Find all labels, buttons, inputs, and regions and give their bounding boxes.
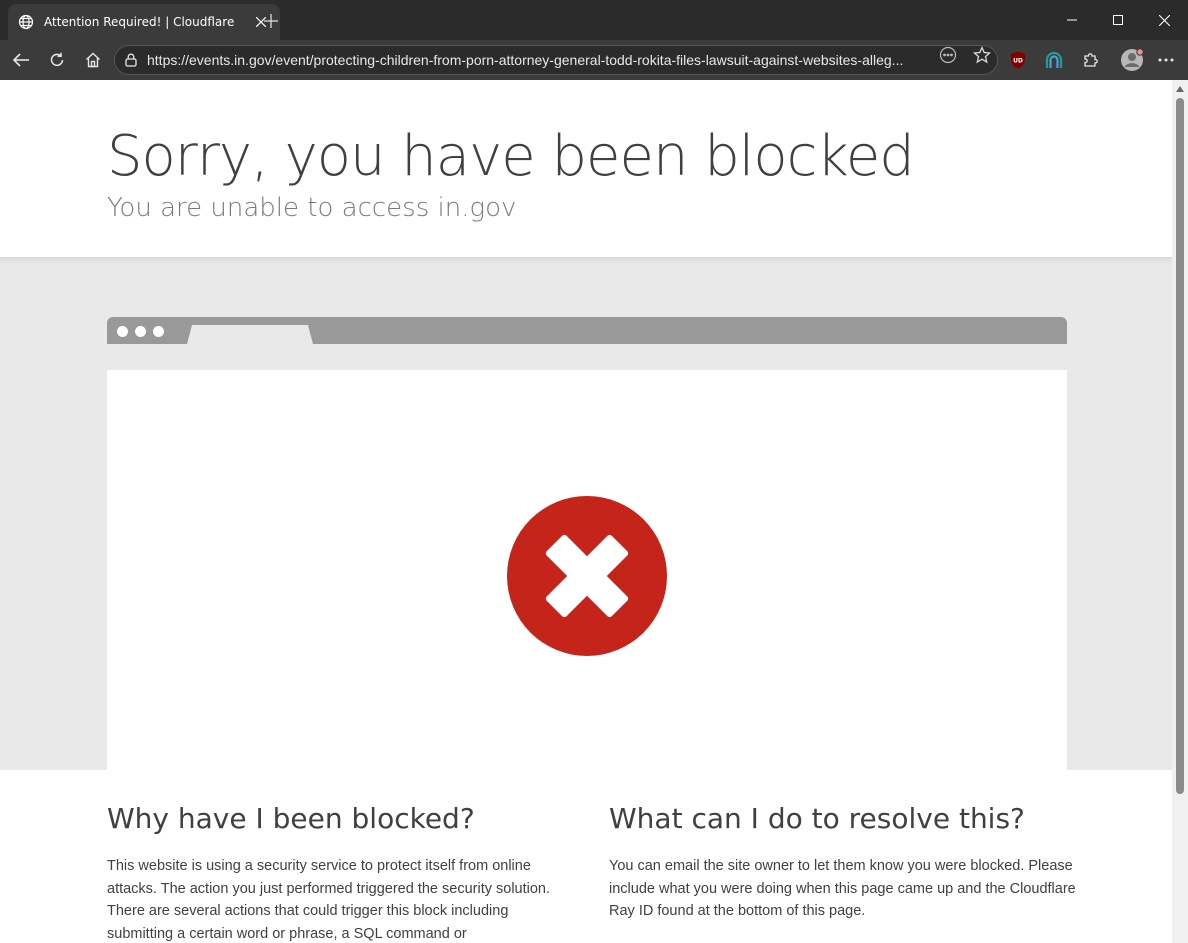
- rainbow-extension-icon[interactable]: [1043, 49, 1065, 71]
- tab-title: Attention Required! | Cloudflare: [44, 15, 235, 29]
- browser-illustration-bar: [107, 317, 1067, 344]
- scrollbar-thumb[interactable]: [1176, 98, 1184, 794]
- new-tab-button[interactable]: [258, 8, 284, 34]
- page-content: Sorry, you have been blocked You are una…: [0, 80, 1172, 943]
- puzzle-icon[interactable]: [1080, 49, 1102, 71]
- favorite-star-icon[interactable]: [972, 45, 992, 65]
- illustration-dot: [117, 326, 128, 337]
- svg-text:UD: UD: [1013, 58, 1023, 65]
- page-subtitle: You are unable to access in.gov: [107, 193, 517, 223]
- back-button[interactable]: [7, 46, 35, 74]
- home-button[interactable]: [79, 46, 107, 74]
- url-text[interactable]: https://events.in.gov/event/protecting-c…: [147, 52, 927, 68]
- error-x-icon: [507, 496, 667, 656]
- lock-icon[interactable]: [125, 53, 139, 67]
- browser-toolbar: https://events.in.gov/event/protecting-c…: [0, 40, 1188, 80]
- browser-titlebar: Attention Required! | Cloudflare: [0, 0, 1188, 40]
- illustration-dot: [135, 326, 146, 337]
- resolve-heading: What can I do to resolve this?: [609, 802, 1025, 835]
- globe-icon: [18, 14, 34, 30]
- profile-avatar[interactable]: [1119, 47, 1145, 73]
- resolve-section: What can I do to resolve this? You can e…: [609, 802, 1079, 923]
- reload-button[interactable]: [43, 46, 71, 74]
- why-blocked-heading: Why have I been blocked?: [107, 802, 475, 835]
- why-blocked-text: This website is using a security service…: [107, 858, 551, 942]
- illustration-dot: [153, 326, 164, 337]
- close-window-button[interactable]: [1141, 0, 1187, 40]
- why-blocked-section: Why have I been blocked? This website is…: [107, 802, 577, 943]
- page-scrollbar[interactable]: [1172, 80, 1188, 943]
- ublock-origin-icon[interactable]: UD: [1007, 49, 1029, 71]
- settings-menu-icon[interactable]: [1155, 49, 1177, 71]
- browser-tab[interactable]: Attention Required! | Cloudflare: [8, 4, 280, 40]
- browser-illustration-window: [107, 370, 1067, 770]
- resolve-text: You can email the site owner to let them…: [609, 858, 1076, 919]
- illustration-tab: [187, 325, 313, 344]
- maximize-button[interactable]: [1095, 0, 1141, 40]
- minimize-button[interactable]: [1049, 0, 1095, 40]
- address-bar[interactable]: https://events.in.gov/event/protecting-c…: [114, 45, 998, 75]
- page-title: Sorry, you have been blocked: [107, 124, 915, 189]
- more-options-icon[interactable]: [938, 45, 958, 65]
- scroll-up-arrow-icon[interactable]: [1172, 84, 1188, 94]
- page-header: Sorry, you have been blocked You are una…: [107, 124, 915, 223]
